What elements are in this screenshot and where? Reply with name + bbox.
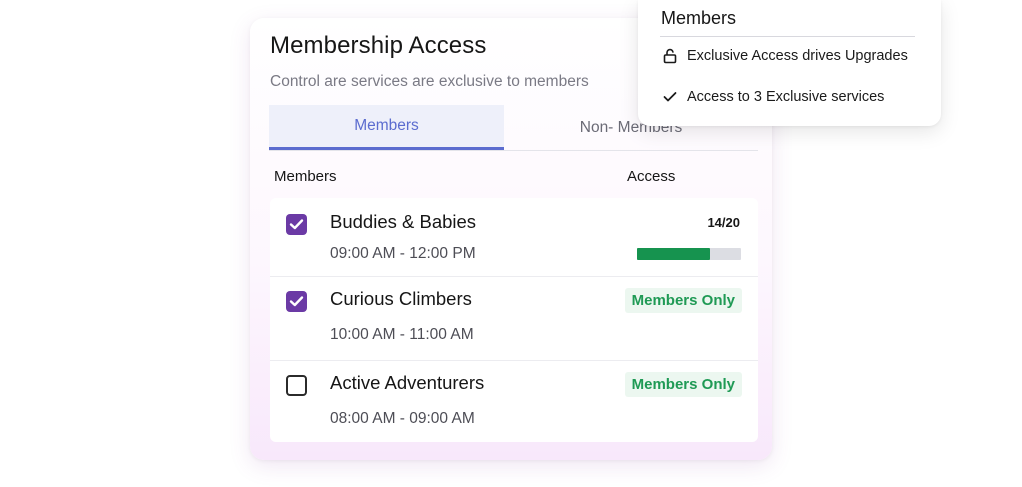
capacity-count: 14/20	[707, 215, 740, 230]
list-item: Active Adventurers 08:00 AM - 09:00 AM M…	[270, 361, 758, 442]
checkbox-checked[interactable]	[286, 214, 307, 235]
membership-list: Buddies & Babies 09:00 AM - 12:00 PM 14/…	[270, 198, 758, 442]
members-only-badge: Members Only	[624, 372, 742, 397]
list-item: Curious Climbers 10:00 AM - 11:00 AM Mem…	[270, 277, 758, 360]
popover-item: Exclusive Access drives Upgrades	[661, 47, 908, 65]
check-icon	[289, 219, 304, 230]
column-header-access: Access	[627, 168, 676, 185]
check-icon	[289, 296, 304, 307]
column-header-members: Members	[274, 168, 337, 185]
popover-item: Access to 3 Exclusive services	[661, 88, 884, 106]
service-time: 09:00 AM - 12:00 PM	[330, 245, 476, 262]
popover-title: Members	[661, 8, 737, 28]
members-popover: Members Exclusive Access drives Upgrades…	[638, 0, 941, 126]
list-item: Buddies & Babies 09:00 AM - 12:00 PM 14/…	[270, 198, 758, 276]
tab-members[interactable]: Members	[269, 105, 504, 150]
card-subtitle: Control are services are exclusive to me…	[270, 73, 589, 90]
service-time: 10:00 AM - 11:00 AM	[330, 326, 474, 343]
popover-item-text: Exclusive Access drives Upgrades	[687, 48, 908, 64]
capacity-progress-bar	[637, 248, 741, 260]
members-only-badge: Members Only	[624, 288, 742, 313]
capacity-progress-fill	[637, 248, 710, 260]
popover-divider	[660, 36, 915, 37]
service-time: 08:00 AM - 09:00 AM	[330, 410, 475, 427]
checkbox-checked[interactable]	[286, 291, 307, 312]
checkbox-unchecked[interactable]	[286, 375, 307, 396]
popover-item-text: Access to 3 Exclusive services	[687, 89, 885, 105]
check-icon	[661, 88, 679, 106]
service-name: Buddies & Babies	[330, 211, 477, 232]
service-name: Curious Climbers	[330, 288, 472, 309]
card-title: Membership Access	[270, 32, 487, 59]
lock-icon	[661, 47, 679, 65]
service-name: Active Adventurers	[330, 372, 485, 393]
